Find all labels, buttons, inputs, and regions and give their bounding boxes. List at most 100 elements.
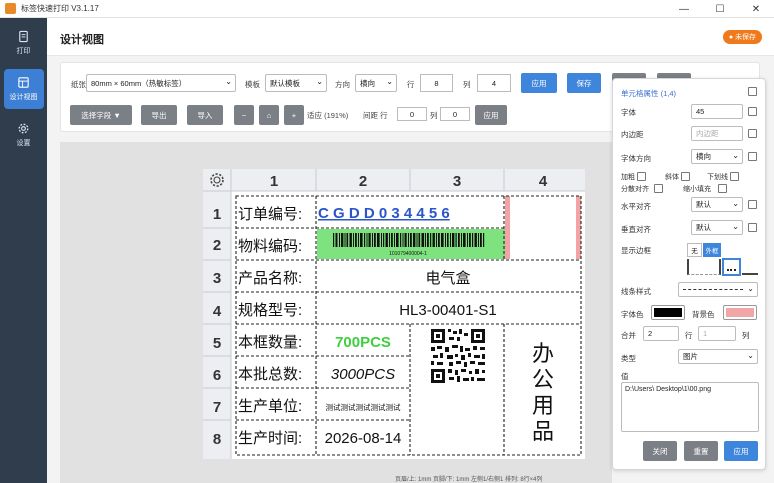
barcode-image[interactable] bbox=[333, 233, 485, 247]
cell-order-no-label[interactable]: 订单编号: bbox=[238, 206, 302, 223]
cell-type-select[interactable]: 图片 ⌄ bbox=[678, 349, 758, 364]
sidebar-item-print[interactable]: 打印 bbox=[0, 20, 47, 66]
spacing-row-input[interactable]: 0 bbox=[397, 107, 427, 121]
spacing-row-label: 间距 行 bbox=[363, 111, 388, 120]
label-grid[interactable]: 1 2 3 4 1 2 3 4 5 6 7 8 订单编号: 物料编码: 产品名称… bbox=[203, 169, 585, 459]
zoom-in-button[interactable]: + bbox=[284, 105, 304, 125]
justify-checkbox[interactable] bbox=[654, 184, 663, 193]
font-size-input[interactable]: 45 bbox=[691, 104, 743, 119]
col-header-4[interactable]: 4 bbox=[539, 173, 548, 190]
select-field-button[interactable]: 选择字段 ▼ bbox=[70, 105, 132, 125]
row-header-6[interactable]: 6 bbox=[213, 367, 221, 384]
font-color-swatch[interactable] bbox=[651, 305, 685, 320]
col-header-2[interactable]: 2 bbox=[359, 173, 367, 190]
sidebar-item-settings[interactable]: 设置 bbox=[0, 112, 47, 158]
cell-production-date-label[interactable]: 生产时间: bbox=[238, 430, 302, 447]
text-direction-select[interactable]: 横向 ⌄ bbox=[691, 149, 743, 164]
merge-cols-input[interactable]: 1 bbox=[698, 326, 736, 341]
border-right-button[interactable] bbox=[705, 259, 721, 275]
justify-label: 分散对齐 bbox=[621, 186, 649, 193]
cell-production-date-value[interactable]: 2026-08-14 bbox=[325, 430, 402, 447]
cols-input[interactable]: 4 bbox=[477, 74, 511, 92]
merge-rows-input[interactable]: 2 bbox=[643, 326, 679, 341]
text-direction-checkbox[interactable] bbox=[748, 152, 757, 161]
halign-checkbox[interactable] bbox=[748, 200, 757, 209]
row-header-1[interactable]: 1 bbox=[213, 206, 221, 223]
vertical-text-char-2[interactable]: 公 bbox=[532, 367, 554, 392]
cell-producer-label[interactable]: 生产单位: bbox=[238, 398, 302, 415]
apply-props-button[interactable]: 应用 bbox=[724, 441, 758, 461]
row-header-5[interactable]: 5 bbox=[213, 335, 221, 352]
padding-input[interactable]: 内边距 bbox=[691, 126, 743, 141]
vertical-text-char-3[interactable]: 用 bbox=[532, 393, 554, 418]
halign-select[interactable]: 默认 ⌄ bbox=[691, 197, 743, 212]
border-bottom-button[interactable] bbox=[742, 259, 758, 275]
row-header-2[interactable]: 2 bbox=[213, 237, 221, 254]
font-size-checkbox[interactable] bbox=[748, 107, 757, 116]
gear-icon bbox=[18, 123, 29, 134]
cell-material-code-label[interactable]: 物料编码: bbox=[238, 238, 302, 255]
close-panel-button[interactable]: 关闭 bbox=[643, 441, 677, 461]
vertical-text-char-1[interactable]: 办 bbox=[532, 341, 554, 366]
layout-icon bbox=[18, 77, 29, 88]
spacing-apply-button[interactable]: 应用 bbox=[475, 105, 507, 125]
bold-checkbox[interactable] bbox=[637, 172, 646, 181]
cell-spec-label[interactable]: 规格型号: bbox=[238, 302, 302, 319]
cell-producer-value[interactable]: 测试测试测试测试测试 bbox=[326, 402, 401, 412]
border-outer-button[interactable]: 外框 bbox=[703, 243, 721, 257]
row-header-4[interactable]: 4 bbox=[213, 303, 222, 320]
merge-label: 合并 bbox=[621, 331, 636, 340]
bg-color-swatch[interactable] bbox=[723, 305, 757, 320]
rows-input[interactable]: 8 bbox=[420, 74, 453, 92]
line-style-select[interactable]: ⌄ bbox=[678, 282, 758, 297]
maximize-button[interactable]: ☐ bbox=[702, 0, 738, 18]
direction-select[interactable]: 横向 ⌄ bbox=[355, 74, 397, 92]
valign-label: 垂直对齐 bbox=[621, 225, 651, 234]
value-label: 值 bbox=[621, 372, 629, 381]
reset-button[interactable]: 重置 bbox=[684, 441, 718, 461]
border-left-button[interactable] bbox=[687, 259, 703, 275]
border-top-button[interactable] bbox=[723, 259, 740, 275]
valign-checkbox[interactable] bbox=[748, 223, 757, 232]
cell-box-qty-label[interactable]: 本框数量: bbox=[238, 334, 302, 351]
sidebar-item-label: 打印 bbox=[16, 48, 31, 55]
cell-product-name-label[interactable]: 产品名称: bbox=[238, 270, 302, 287]
vertical-text-char-4[interactable]: 品 bbox=[532, 419, 554, 444]
cell-box-qty-value[interactable]: 700PCS bbox=[335, 334, 391, 351]
cell-batch-total-value[interactable]: 3000PCS bbox=[331, 366, 395, 383]
cell-batch-total-label[interactable]: 本批总数: bbox=[238, 366, 302, 383]
export-button[interactable]: 导出 bbox=[141, 105, 177, 125]
underline-checkbox[interactable] bbox=[730, 172, 739, 181]
unsaved-badge: ● 未保存 bbox=[722, 30, 762, 44]
panel-title: 单元格属性 (1,4) bbox=[621, 89, 677, 98]
cell-spec-value[interactable]: HL3-00401-S1 bbox=[399, 302, 497, 319]
row-header-8[interactable]: 8 bbox=[213, 431, 221, 448]
import-button[interactable]: 导入 bbox=[187, 105, 223, 125]
template-select[interactable]: 默认模板 ⌄ bbox=[265, 74, 327, 92]
cell-order-no-value[interactable]: C G D D 0 3 4 4 5 6 bbox=[318, 205, 450, 222]
save-button[interactable]: 保存 bbox=[567, 73, 601, 93]
border-none-button[interactable]: 无 bbox=[687, 243, 702, 257]
cell-product-name-value[interactable]: 电气盒 bbox=[425, 270, 470, 287]
spacing-col-input[interactable]: 0 bbox=[440, 107, 470, 121]
barcode-text: 101079400004-1 bbox=[389, 251, 427, 257]
sidebar-item-design[interactable]: 设计视图 bbox=[0, 66, 47, 112]
chevron-down-icon: ⌄ bbox=[732, 151, 739, 160]
row-header-7[interactable]: 7 bbox=[213, 399, 221, 416]
col-header-1[interactable]: 1 bbox=[270, 173, 278, 190]
row-header-3[interactable]: 3 bbox=[213, 270, 221, 287]
zoom-out-button[interactable]: − bbox=[234, 105, 254, 125]
shrink-checkbox[interactable] bbox=[718, 184, 727, 193]
panel-toggle-checkbox[interactable] bbox=[748, 87, 757, 96]
close-button[interactable]: ✕ bbox=[738, 0, 774, 18]
apply-button[interactable]: 应用 bbox=[521, 73, 557, 93]
italic-checkbox[interactable] bbox=[681, 172, 690, 181]
minimize-button[interactable]: — bbox=[666, 0, 702, 18]
valign-select[interactable]: 默认 ⌄ bbox=[691, 220, 743, 235]
value-textarea[interactable]: D:\Users\ Desktop\1\00.png bbox=[621, 382, 759, 432]
zoom-reset-button[interactable]: ⌂ bbox=[259, 105, 279, 125]
padding-checkbox[interactable] bbox=[748, 129, 757, 138]
col-header-3[interactable]: 3 bbox=[453, 173, 461, 190]
paper-select[interactable]: 80mm × 60mm（热敏标签） ⌄ bbox=[86, 74, 236, 92]
label-grid-svg[interactable]: 1 2 3 4 1 2 3 4 5 6 7 8 订单编号: 物料编码: 产品名称… bbox=[203, 169, 585, 459]
